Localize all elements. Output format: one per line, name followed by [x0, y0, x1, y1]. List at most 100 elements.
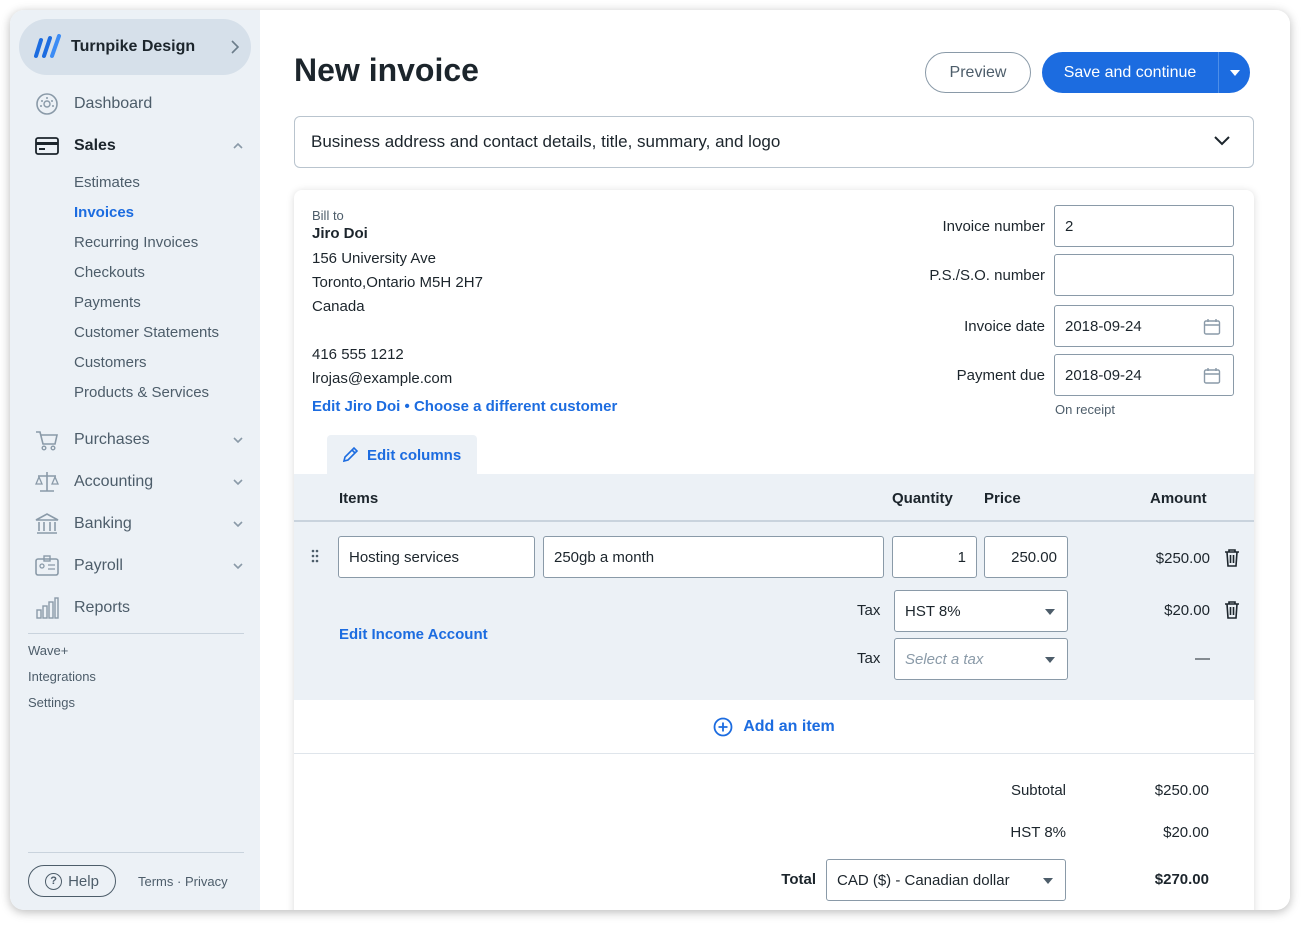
app-window: Turnpike Design Dashboard Sales Estimate…: [10, 10, 1290, 910]
save-and-continue-button[interactable]: Save and continue: [1042, 52, 1250, 93]
line-item-row: Hosting services 250gb a month 1 250.00 …: [294, 522, 1254, 700]
nav-payroll-label: Payroll: [74, 557, 123, 574]
preview-button[interactable]: Preview: [925, 52, 1031, 93]
item-name-input[interactable]: Hosting services: [338, 536, 535, 578]
nav-dashboard[interactable]: Dashboard: [10, 84, 260, 124]
invoice-number-input[interactable]: 2: [1054, 205, 1234, 247]
sidebar-item-checkouts[interactable]: Checkouts: [74, 264, 145, 281]
currency-select[interactable]: CAD ($) - Canadian dollar: [826, 859, 1066, 901]
nav-sales-label: Sales: [74, 137, 116, 154]
invoice-date-input[interactable]: 2018-09-24: [1054, 305, 1234, 347]
item-price-input[interactable]: 250.00: [984, 536, 1068, 578]
accordion-label: Business address and contact details, ti…: [311, 132, 781, 151]
customer-address-line1: 156 University Ave: [312, 250, 436, 267]
item-amount: $250.00: [1155, 550, 1210, 567]
tax-label: Tax: [857, 602, 881, 619]
nav-accounting-label: Accounting: [74, 473, 154, 490]
payment-due-value: 2018-09-24: [1065, 366, 1142, 384]
column-quantity: Quantity: [892, 490, 953, 507]
column-items: Items: [339, 490, 379, 507]
dashboard-icon: [36, 93, 58, 115]
question-icon: ?: [45, 872, 63, 890]
payment-due-input[interactable]: 2018-09-24: [1054, 354, 1234, 396]
terms-link[interactable]: Terms: [138, 874, 173, 889]
trash-icon[interactable]: [1224, 548, 1240, 568]
sales-card-icon: [35, 137, 59, 155]
tax-amount: $20.00: [1164, 602, 1210, 619]
nav-reports-label: Reports: [74, 599, 131, 616]
plus-circle-icon: [713, 717, 733, 736]
invoice-date-label: Invoice date: [964, 318, 1045, 335]
main-content: New invoice Preview Save and continue Bu…: [260, 10, 1290, 910]
wave-logo-icon: [34, 34, 61, 58]
sidebar-item-payments[interactable]: Payments: [74, 294, 141, 311]
caret-down-icon: [1043, 878, 1053, 884]
payroll-icon: [35, 555, 59, 576]
bar-chart-icon: [36, 597, 59, 619]
tax-select-empty[interactable]: Select a tax: [894, 638, 1068, 680]
business-details-accordion[interactable]: Business address and contact details, ti…: [294, 116, 1254, 168]
item-quantity-input[interactable]: 1: [892, 536, 977, 578]
nav-sales[interactable]: Sales: [10, 126, 260, 166]
add-item-button[interactable]: Add an item: [294, 700, 1254, 754]
legal-separator: ·: [177, 874, 182, 889]
tax-select[interactable]: HST 8%: [894, 590, 1068, 632]
sidebar-item-customers[interactable]: Customers: [74, 354, 147, 371]
drag-handle-icon[interactable]: [310, 548, 320, 564]
bank-icon: [35, 513, 59, 534]
sidebar-link-integrations[interactable]: Integrations: [28, 669, 96, 684]
chevron-down-icon: [233, 563, 243, 570]
edit-columns-tab[interactable]: Edit columns: [327, 435, 477, 475]
bill-to-label: Bill to: [312, 208, 344, 223]
sidebar-item-products-services[interactable]: Products & Services: [74, 384, 209, 401]
tax-select-value: HST 8%: [905, 602, 961, 620]
business-name: Turnpike Design: [71, 38, 196, 55]
cart-icon: [36, 431, 58, 451]
nav-banking-label: Banking: [74, 515, 132, 532]
column-amount: Amount: [1150, 490, 1207, 507]
total-value: $270.00: [1154, 871, 1209, 888]
privacy-link[interactable]: Privacy: [185, 874, 228, 889]
nav-banking[interactable]: Banking: [10, 504, 260, 544]
nav-purchases[interactable]: Purchases: [10, 420, 260, 460]
calendar-icon[interactable]: [1203, 318, 1221, 336]
edit-income-account-link[interactable]: Edit Income Account: [339, 626, 488, 643]
edit-customer-link[interactable]: Edit Jiro Doi: [312, 398, 400, 415]
tax-amount-empty: —: [1195, 650, 1210, 667]
calendar-icon[interactable]: [1203, 367, 1221, 385]
tax-select-placeholder: Select a tax: [905, 650, 984, 668]
customer-email: lrojas@example.com: [312, 370, 453, 387]
sidebar-item-estimates[interactable]: Estimates: [74, 174, 140, 191]
sidebar-link-wave-plus[interactable]: Wave+: [28, 643, 68, 658]
pso-number-input[interactable]: [1054, 254, 1234, 296]
edit-columns-label: Edit columns: [367, 446, 462, 464]
choose-customer-link[interactable]: Choose a different customer: [414, 398, 617, 415]
items-table-header: Items Quantity Price Amount: [294, 474, 1254, 522]
save-options-dropdown[interactable]: [1219, 69, 1250, 76]
item-description-input[interactable]: 250gb a month: [543, 536, 884, 578]
column-price: Price: [984, 490, 1021, 507]
tax-label: Tax: [857, 650, 881, 667]
nav-reports[interactable]: Reports: [10, 588, 260, 628]
trash-icon[interactable]: [1224, 600, 1240, 620]
business-switcher[interactable]: Turnpike Design: [19, 19, 251, 75]
chevron-up-icon: [233, 142, 243, 149]
customer-address-line2: Toronto,Ontario M5H 2H7: [312, 274, 483, 291]
scale-icon: [35, 472, 59, 492]
page-title: New invoice: [294, 52, 479, 88]
help-label: Help: [68, 872, 99, 890]
sidebar-item-invoices[interactable]: Invoices: [74, 204, 134, 221]
sidebar-item-customer-statements[interactable]: Customer Statements: [74, 324, 219, 341]
sidebar-item-recurring-invoices[interactable]: Recurring Invoices: [74, 234, 198, 251]
sidebar-link-settings[interactable]: Settings: [28, 695, 75, 710]
sidebar-divider: [28, 852, 244, 853]
nav-payroll[interactable]: Payroll: [10, 546, 260, 586]
payment-terms-note: On receipt: [1055, 402, 1115, 417]
caret-down-icon: [1229, 69, 1240, 76]
pencil-icon: [342, 446, 359, 463]
add-item-label: Add an item: [743, 717, 835, 735]
nav-accounting[interactable]: Accounting: [10, 462, 260, 502]
invoice-date-value: 2018-09-24: [1065, 317, 1142, 335]
total-tax-value: $20.00: [1163, 824, 1209, 841]
help-button[interactable]: ? Help: [28, 865, 116, 897]
